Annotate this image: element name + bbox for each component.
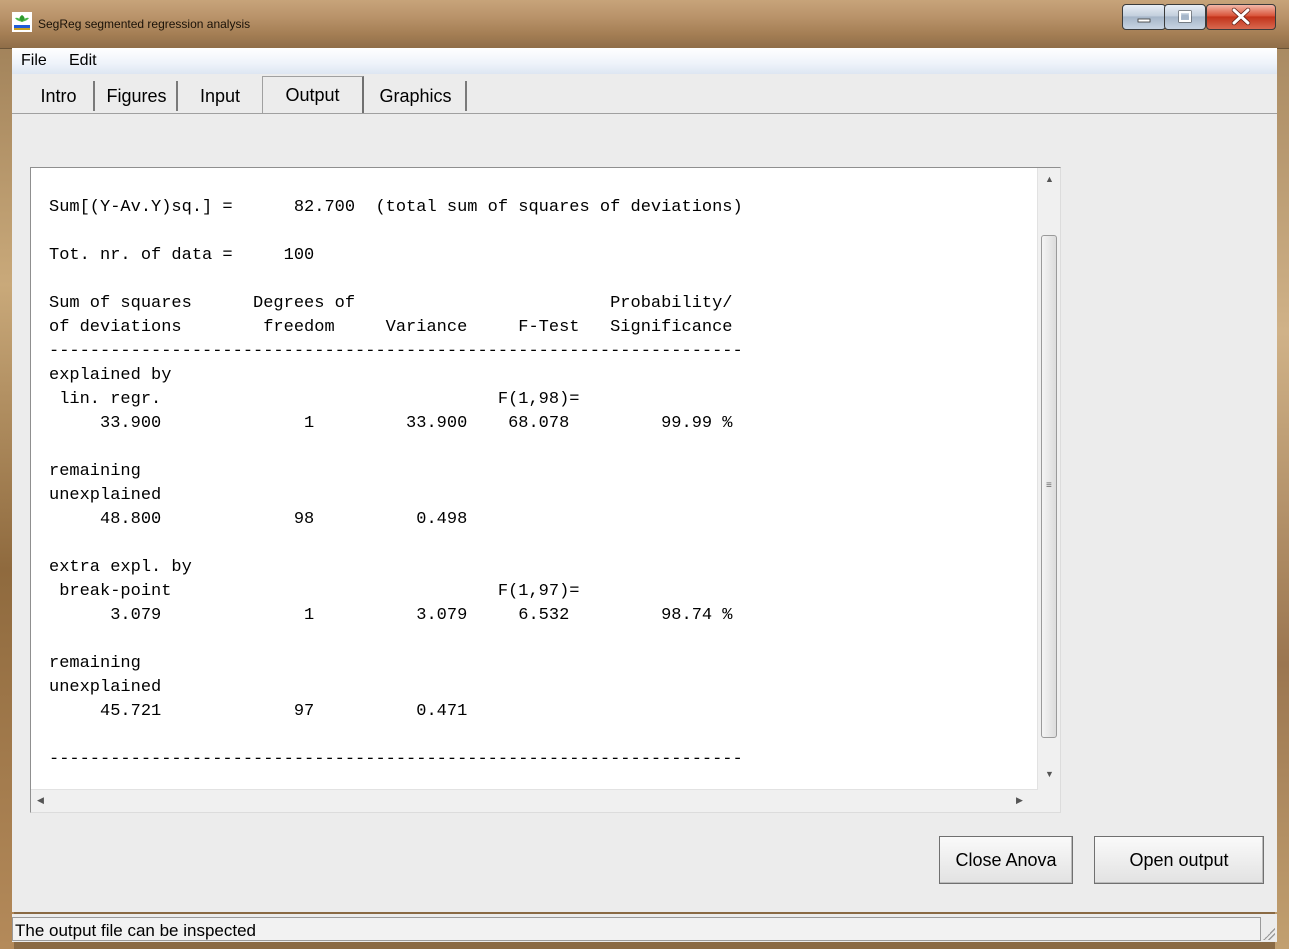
window-title: SegReg segmented regression analysis — [38, 17, 251, 31]
scroll-left-icon[interactable]: ◀ — [37, 795, 44, 806]
tab-graphics[interactable]: Graphics — [366, 81, 467, 111]
minimize-icon — [1137, 18, 1151, 23]
scroll-right-icon[interactable]: ▶ — [1016, 795, 1023, 806]
vertical-scrollbar[interactable]: ▲ ≡ ▼ — [1037, 168, 1060, 792]
status-panel: The output file can be inspected — [12, 917, 1261, 941]
scrollbar-corner — [1038, 790, 1060, 812]
tab-intro[interactable]: Intro — [24, 81, 95, 111]
main-panel: Intro Figures Input Output Graphics Sum[… — [12, 74, 1277, 912]
maximize-button[interactable] — [1164, 4, 1206, 30]
menu-file[interactable]: File — [21, 52, 47, 70]
close-icon — [1231, 7, 1251, 26]
status-bar: The output file can be inspected — [12, 914, 1277, 942]
maximize-icon — [1178, 10, 1192, 23]
app-window: SegReg segmented regression analysis Fil… — [0, 0, 1289, 949]
close-anova-button[interactable]: Close Anova — [939, 836, 1073, 884]
tab-strip: Intro Figures Input Output Graphics — [12, 74, 1277, 114]
open-output-button[interactable]: Open output — [1094, 836, 1264, 884]
scroll-up-icon[interactable]: ▲ — [1045, 174, 1054, 184]
minimize-button[interactable] — [1122, 4, 1166, 30]
vertical-scroll-thumb[interactable]: ≡ — [1041, 235, 1057, 738]
scroll-down-icon[interactable]: ▼ — [1045, 769, 1054, 779]
close-button[interactable] — [1206, 4, 1276, 30]
title-bar[interactable]: SegReg segmented regression analysis — [0, 0, 1289, 49]
grip-icon: ≡ — [1046, 480, 1052, 491]
output-tab-pane: Sum[(Y-Av.Y)sq.] = 82.700 (total sum of … — [12, 113, 1277, 913]
tab-figures[interactable]: Figures — [97, 81, 178, 111]
status-text: The output file can be inspected — [15, 921, 256, 940]
tab-input[interactable]: Input — [180, 81, 260, 111]
horizontal-scrollbar[interactable]: ◀ ▶ — [31, 789, 1038, 812]
menu-edit[interactable]: Edit — [69, 52, 97, 70]
menu-bar: File Edit — [12, 48, 1277, 74]
anova-output-text: Sum[(Y-Av.Y)sq.] = 82.700 (total sum of … — [49, 198, 743, 769]
tab-output[interactable]: Output — [262, 76, 364, 114]
segreg-app-icon — [12, 12, 32, 32]
anova-output-box[interactable]: Sum[(Y-Av.Y)sq.] = 82.700 (total sum of … — [30, 167, 1061, 813]
resize-grip-icon[interactable] — [1263, 928, 1275, 940]
